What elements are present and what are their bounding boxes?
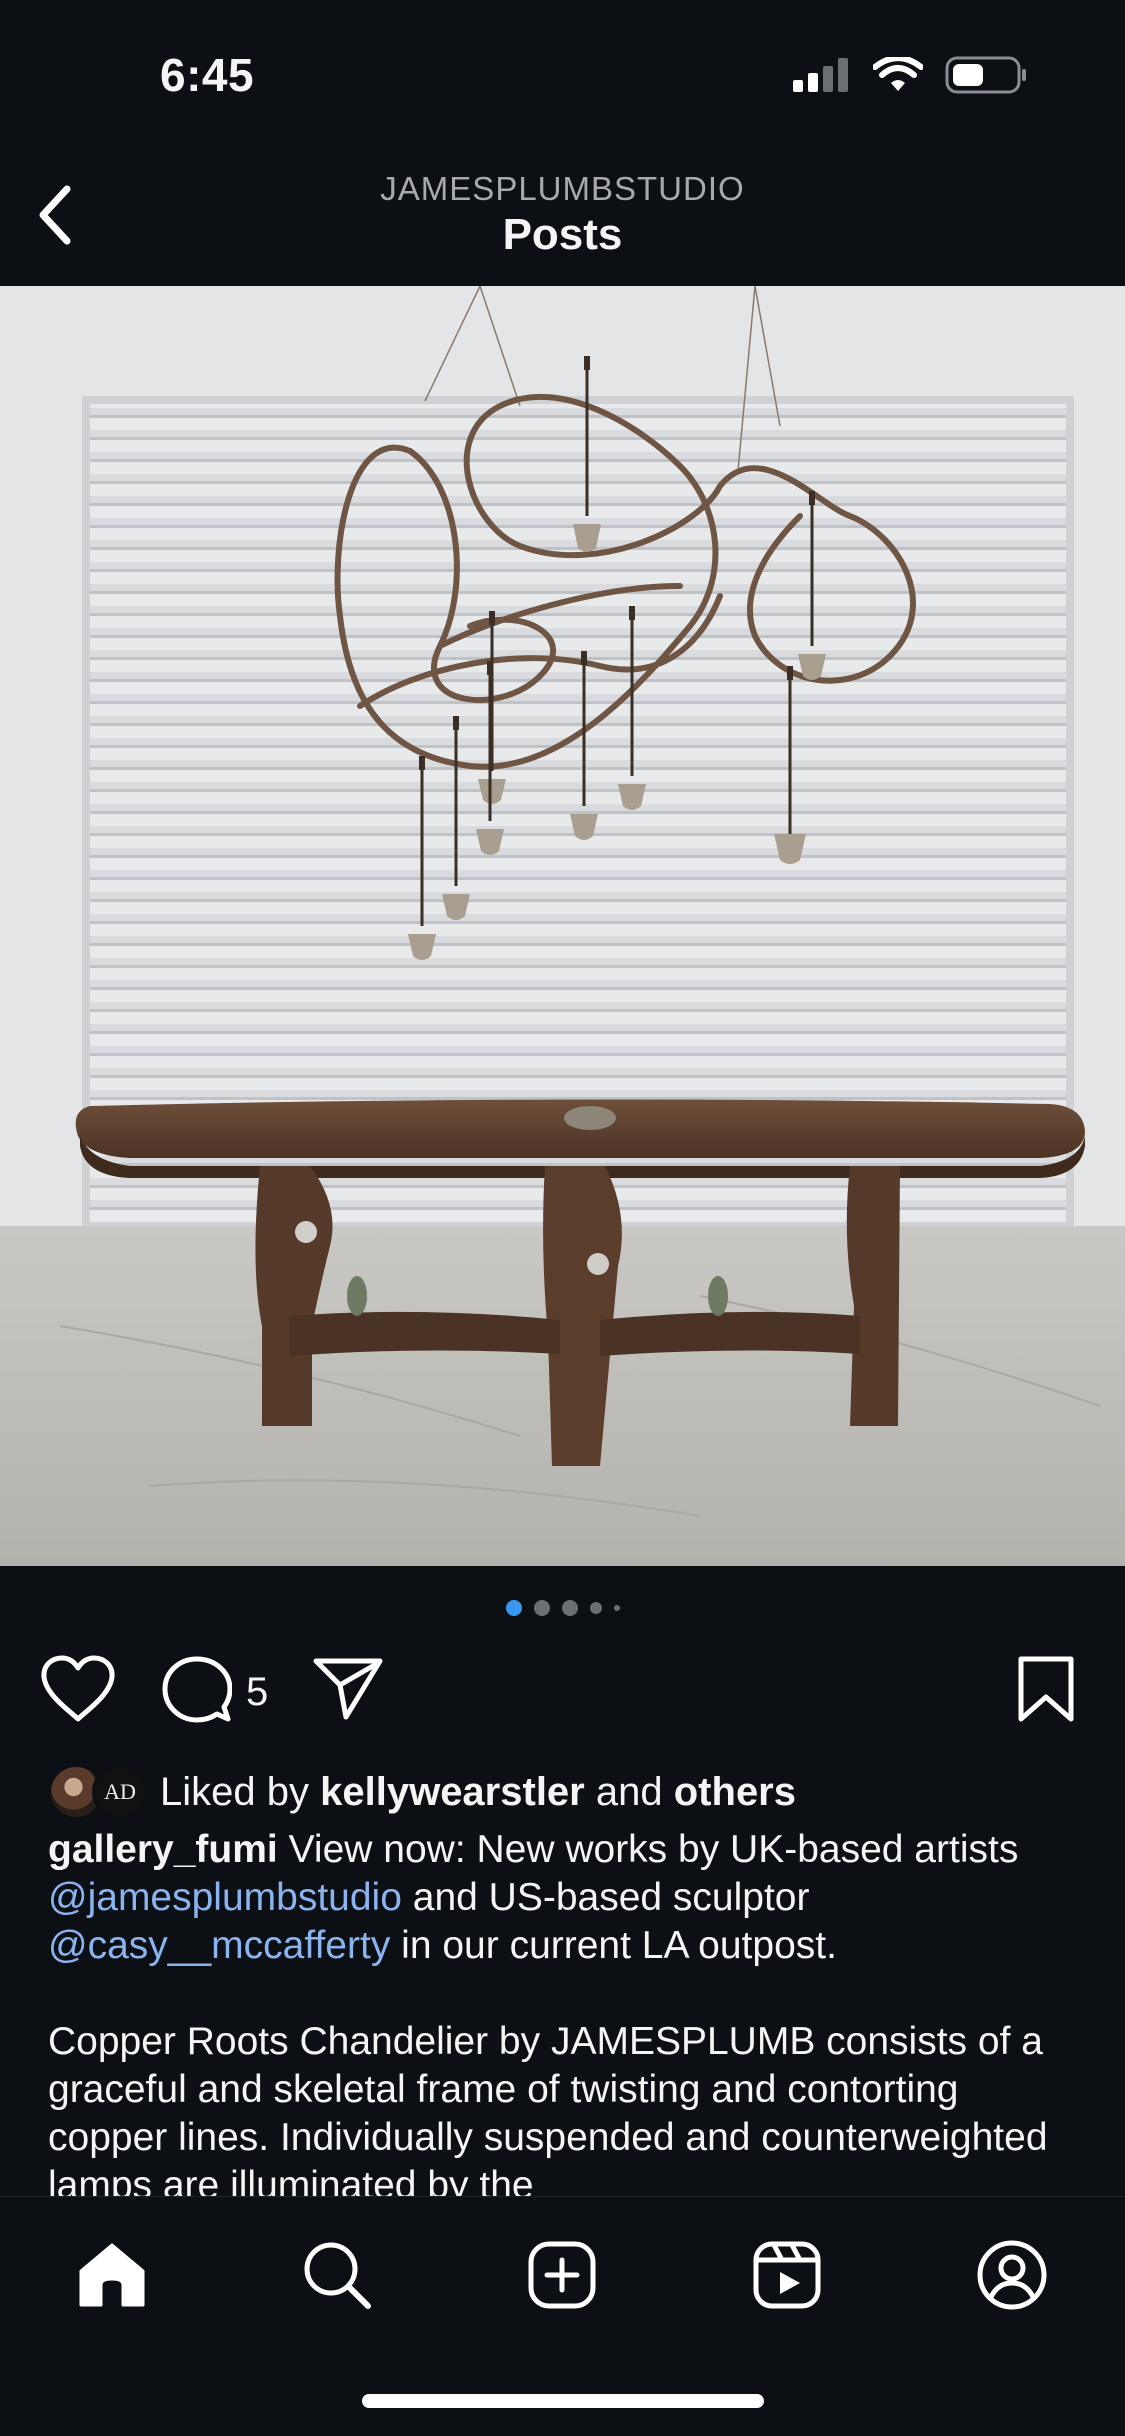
bookmark-icon: [1016, 1655, 1076, 1728]
caption-mention[interactable]: @jamesplumbstudio: [48, 1876, 402, 1919]
wifi-icon: [872, 55, 924, 98]
caption-username[interactable]: gallery_fumi: [48, 1828, 278, 1871]
nav-home[interactable]: [72, 2237, 152, 2317]
caption-paragraph: Copper Roots Chandelier by JAMESPLUMB co…: [48, 2020, 1048, 2207]
post-photo[interactable]: [0, 286, 1125, 1566]
post-caption: gallery_fumi View now: New works by UK-b…: [48, 1826, 1078, 2258]
likes-joiner: and: [595, 1769, 663, 1814]
caption-text: in our current LA outpost.: [401, 1924, 837, 1967]
liker-avatars: AD: [48, 1764, 152, 1820]
carousel-dot: [561, 1600, 578, 1616]
carousel-dot-active: [505, 1600, 522, 1616]
heart-icon: [40, 1655, 116, 1728]
create-icon: [527, 2240, 597, 2315]
avatar-initials: AD: [104, 1779, 136, 1804]
caption-text: and US-based sculptor: [412, 1876, 810, 1919]
home-indicator[interactable]: [362, 2394, 764, 2408]
caption-mention[interactable]: @casy__mccafferty: [48, 1924, 390, 1967]
liker-username[interactable]: kellywearstler: [320, 1770, 585, 1814]
share-button[interactable]: [312, 1655, 384, 1726]
profile-icon: [976, 2239, 1048, 2316]
like-button[interactable]: [40, 1655, 116, 1728]
nav-profile[interactable]: [972, 2237, 1052, 2317]
home-icon: [77, 2241, 147, 2314]
likes-prefix: Liked by: [160, 1769, 309, 1814]
comment-button[interactable]: 5: [162, 1655, 268, 1730]
likes-row[interactable]: AD Liked by kellywearstler and others: [48, 1764, 796, 1820]
page-title: Posts: [502, 210, 623, 259]
nav-search[interactable]: [297, 2237, 377, 2317]
reels-icon: [752, 2240, 822, 2315]
carousel-dot: [613, 1605, 620, 1611]
carousel-dot: [533, 1600, 550, 1616]
post-actions: 5: [0, 1655, 1125, 1735]
caption-text: View now: New works by UK-based artists: [288, 1828, 1019, 1871]
save-button[interactable]: [1016, 1655, 1076, 1728]
comment-icon: [162, 1655, 233, 1730]
battery-icon: [945, 56, 1027, 99]
status-time: 6:45: [160, 49, 255, 101]
likes-text: Liked by kellywearstler and others: [160, 1770, 796, 1815]
status-icons: [793, 55, 1027, 99]
paper-plane-icon: [312, 1655, 384, 1726]
nav-reels[interactable]: [747, 2237, 827, 2317]
signal-icon: [793, 58, 851, 97]
status-bar: 6:45: [0, 0, 1125, 140]
likes-others[interactable]: others: [674, 1770, 796, 1814]
carousel-indicator[interactable]: [0, 1600, 1125, 1616]
header-subtitle[interactable]: JAMESPLUMBSTUDIO: [0, 170, 1125, 208]
avatar: AD: [92, 1764, 148, 1820]
carousel-dot: [589, 1602, 602, 1614]
nav-create[interactable]: [522, 2237, 602, 2317]
search-icon: [302, 2240, 372, 2315]
comment-count: 5: [246, 1670, 269, 1714]
header: JAMESPLUMBSTUDIO Posts: [0, 140, 1125, 286]
